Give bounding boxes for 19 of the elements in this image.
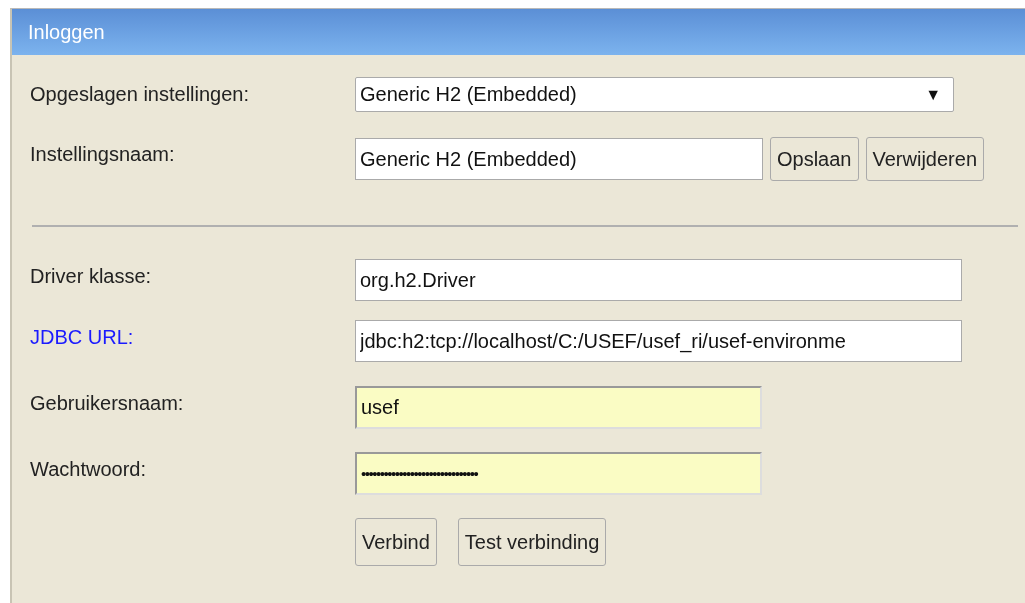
connect-button[interactable]: Verbind [355, 518, 437, 566]
caret-icon: ▼ [925, 85, 941, 104]
password-field[interactable]: ••••••••••••••••••••••••••••••• [355, 452, 762, 495]
input-field[interactable]: jdbc:h2:tcp://localhost/C:/USEF/usef_ri/usef-environme [355, 320, 962, 362]
field-label: Instellingsnaam: [30, 142, 176, 166]
panel-title: Inloggen [28, 20, 105, 44]
action-button[interactable]: Opslaan [770, 137, 859, 181]
settings-dropdown[interactable]: Generic H2 (Embedded) ▼ [355, 77, 954, 112]
field-label: Opgeslagen instellingen: [30, 82, 251, 106]
field-label: Driver klasse: [30, 264, 153, 288]
dropdown-value: Generic H2 (Embedded) [360, 83, 577, 106]
input-field[interactable]: org.h2.Driver [355, 259, 962, 301]
action-button[interactable]: Verwijderen [865, 137, 984, 181]
field-label: Gebruikersnaam: [30, 391, 185, 415]
field-label: Wachtwoord: [30, 457, 147, 481]
field-label-link[interactable]: JDBC URL: [30, 320, 134, 349]
input-field[interactable]: usef [355, 386, 762, 429]
connect-button[interactable]: Test verbinding [457, 518, 607, 566]
name-field[interactable]: Generic H2 (Embedded) [355, 138, 763, 180]
